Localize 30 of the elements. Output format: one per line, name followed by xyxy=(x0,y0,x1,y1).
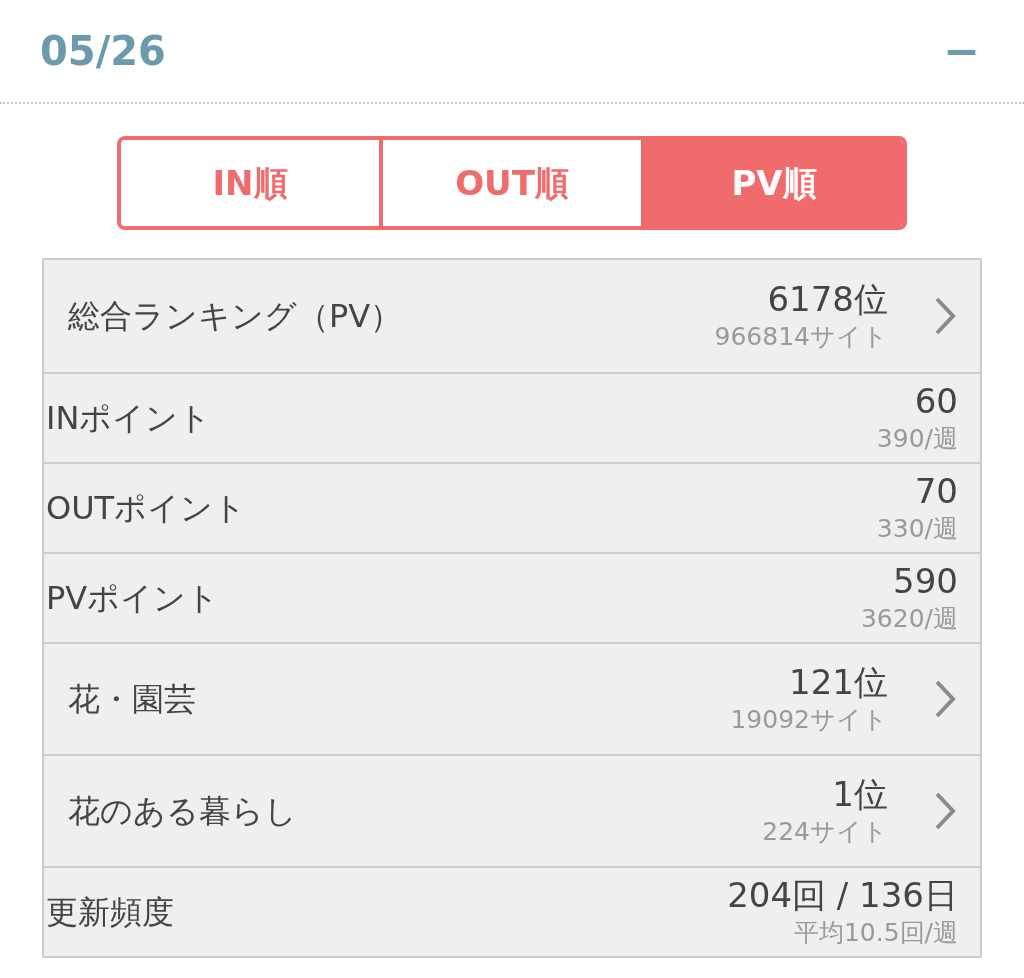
row-subvalue: 3620/週 xyxy=(860,603,958,635)
row-value: 590 xyxy=(893,560,958,602)
row-label: 総合ランキング（PV） xyxy=(68,296,404,337)
ranking-row[interactable]: 花・園芸 121位 19092サイト xyxy=(44,642,980,754)
row-value: 204回 / 136日 xyxy=(727,874,958,916)
date-heading: 05/26 xyxy=(40,27,166,76)
row-value: 1位 xyxy=(832,773,888,815)
row-label: OUTポイント xyxy=(46,488,248,529)
row-label: PVポイント xyxy=(46,578,221,619)
chevron-right-icon xyxy=(934,791,956,831)
ranking-row[interactable]: 総合ランキング（PV） 6178位 966814サイト xyxy=(44,260,980,372)
row-subvalue: 224サイト xyxy=(762,816,888,848)
row-label: INポイント xyxy=(46,398,213,439)
row-subvalue: 966814サイト xyxy=(714,321,888,353)
row-subvalue: 19092サイト xyxy=(730,704,888,736)
row-value: 121位 xyxy=(789,661,888,703)
ranking-row[interactable]: 花のある暮らし 1位 224サイト xyxy=(44,754,980,866)
row-value: 60 xyxy=(914,380,958,422)
row-label: 花のある暮らし xyxy=(68,791,298,832)
row-value: 6178位 xyxy=(767,278,888,320)
chevron-right-icon xyxy=(934,679,956,719)
row-subvalue: 330/週 xyxy=(876,513,958,545)
sort-tab[interactable]: PV順 xyxy=(641,140,903,226)
row-subvalue: 390/週 xyxy=(876,423,958,455)
row-value: 70 xyxy=(914,470,958,512)
chevron-right-icon xyxy=(934,296,956,336)
row-subvalue: 平均10.5回/週 xyxy=(793,917,958,949)
row-label: 花・園芸 xyxy=(68,679,197,720)
row-label: 更新頻度 xyxy=(46,892,175,933)
collapse-button[interactable]: − xyxy=(943,29,984,73)
